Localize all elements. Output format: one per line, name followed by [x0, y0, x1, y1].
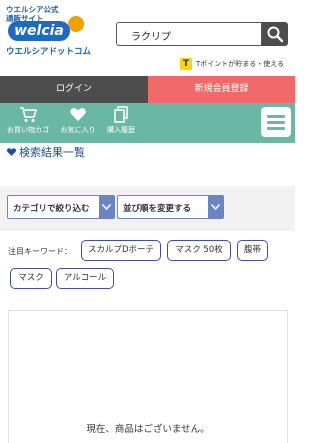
keyword-chip[interactable]: マスク 50枚 [167, 240, 231, 261]
product-list-panel: 現在、商品はございません。 [8, 310, 288, 443]
category-filter-label: カテゴリで絞り込む [13, 204, 90, 214]
cart-icon [20, 107, 37, 122]
nav-item-cart[interactable]: お買い物カゴ [2, 106, 54, 142]
search-icon [267, 26, 284, 43]
site-header: ウエルシア公式 通販サイト welcia ウエルシアドットコム ラクリプ T T… [0, 0, 295, 76]
empty-results-message: 現在、商品はございません。 [86, 424, 210, 435]
sort-order-label: 並び順を変更する [123, 204, 192, 214]
results-heading: 検索結果一覧 [6, 144, 85, 160]
category-filter-select[interactable]: カテゴリで絞り込む [7, 195, 115, 219]
heart-icon [70, 108, 86, 121]
login-button[interactable]: ログイン [0, 76, 148, 103]
chevron-down-icon [99, 196, 114, 218]
search-button[interactable] [262, 22, 288, 46]
tpoint-icon: T [180, 58, 192, 70]
keyword-chip[interactable]: マスク [10, 268, 52, 289]
filter-area: カテゴリで絞り込む 並び順を変更する [0, 186, 295, 231]
search-input-value: ラクリプ [131, 32, 171, 43]
search-input[interactable]: ラクリプ [116, 22, 262, 46]
auth-bar: ログイン 新規会員登録 [0, 76, 295, 103]
keyword-chip[interactable]: アルコール [56, 268, 114, 289]
nav-item-history[interactable]: 購入履歴 [95, 106, 147, 142]
nav-bar: お買い物カゴ お気に入り 購入履歴 [0, 103, 295, 143]
nav-label-cart: お買い物カゴ [7, 126, 49, 134]
hamburger-menu-icon[interactable] [261, 107, 291, 137]
keyword-chip[interactable]: スカルプDボーテ [81, 240, 161, 261]
register-button[interactable]: 新規会員登録 [148, 76, 295, 103]
chevron-down-icon [208, 196, 223, 218]
welcia-logo[interactable]: ウエルシア公式 通販サイト welcia ウエルシアドットコム [2, 2, 92, 58]
document-icon [114, 106, 128, 123]
logo-brand: welcia [8, 21, 70, 41]
keywords-label: 注目キーワード： [8, 247, 72, 256]
tpoint-text: Tポイントが貯まる・使える [196, 60, 285, 68]
results-title-text: 検索結果一覧 [19, 146, 85, 159]
tpoint-banner[interactable]: T Tポイントが貯まる・使える [180, 57, 284, 71]
heart-bullet-icon [6, 148, 17, 156]
keyword-chip[interactable]: 腹帯 [237, 240, 268, 261]
sort-order-select[interactable]: 並び順を変更する [117, 195, 224, 219]
logo-bottom-text: ウエルシアドットコム [6, 47, 92, 57]
nav-label-history: 購入履歴 [107, 126, 135, 134]
